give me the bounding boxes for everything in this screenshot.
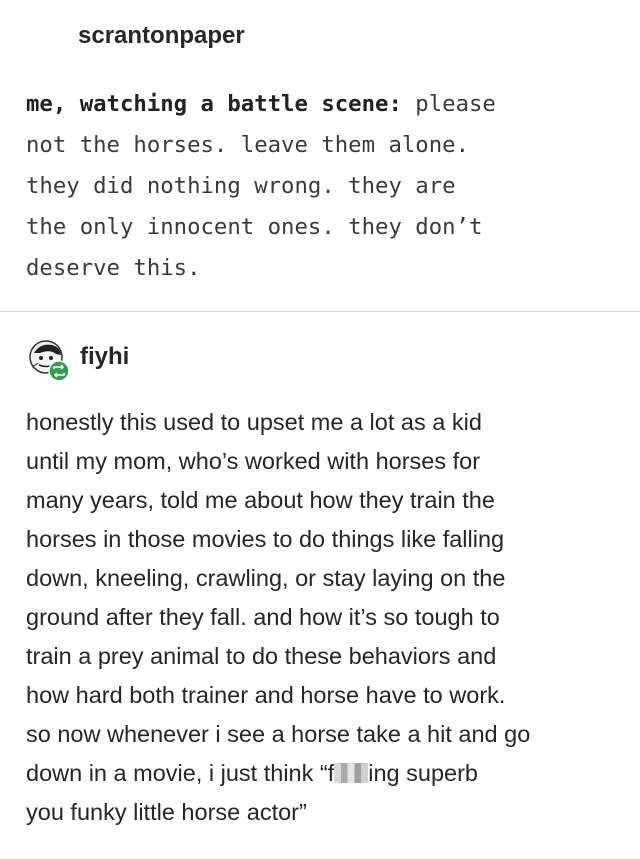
reply-line: train a prey animal to do these behavior… [26,643,497,669]
op-line: deserve this. [26,255,201,281]
op-username[interactable]: scrantonpaper [78,22,245,50]
reply-text: honestly this used to upset me a lot as … [26,403,626,832]
op-line: they did nothing wrong. they are [26,173,456,199]
censor-blur [334,763,369,783]
reply-line-censored: down in a movie, i just think “f ing supe… [26,754,626,793]
post-divider [0,311,640,312]
reblog-icon [48,360,70,382]
op-post-text: me, watching a battle scene: please not … [26,84,626,289]
reply-line: you funky little horse actor” [26,799,307,825]
op-line: please [401,91,496,117]
reply-line: ground after they fall. and how it’s so … [26,604,500,630]
reply-line-part: ing superb [368,760,478,786]
op-post-bold: me, watching a battle scene: [26,91,402,117]
reply-line-part: down in a movie, i just think “f [26,760,335,786]
reply-line: so now whenever i see a horse take a hit… [26,721,531,747]
op-line: the only innocent ones. they don’t [26,214,483,240]
reply-line: many years, told me about how they train… [26,487,495,513]
reply-line: how hard both trainer and horse have to … [26,682,506,708]
reply-line: horses in those movies to do things like… [26,526,505,552]
reply-line: down, kneeling, crawling, or stay laying… [26,565,506,591]
op-line: not the horses. leave them alone. [26,132,469,158]
avatar[interactable] [26,337,72,383]
reply-line: honestly this used to upset me a lot as … [26,409,482,435]
reply-line: until my mom, who’s worked with horses f… [26,448,481,474]
reply-username[interactable]: fiyhi [80,343,129,371]
